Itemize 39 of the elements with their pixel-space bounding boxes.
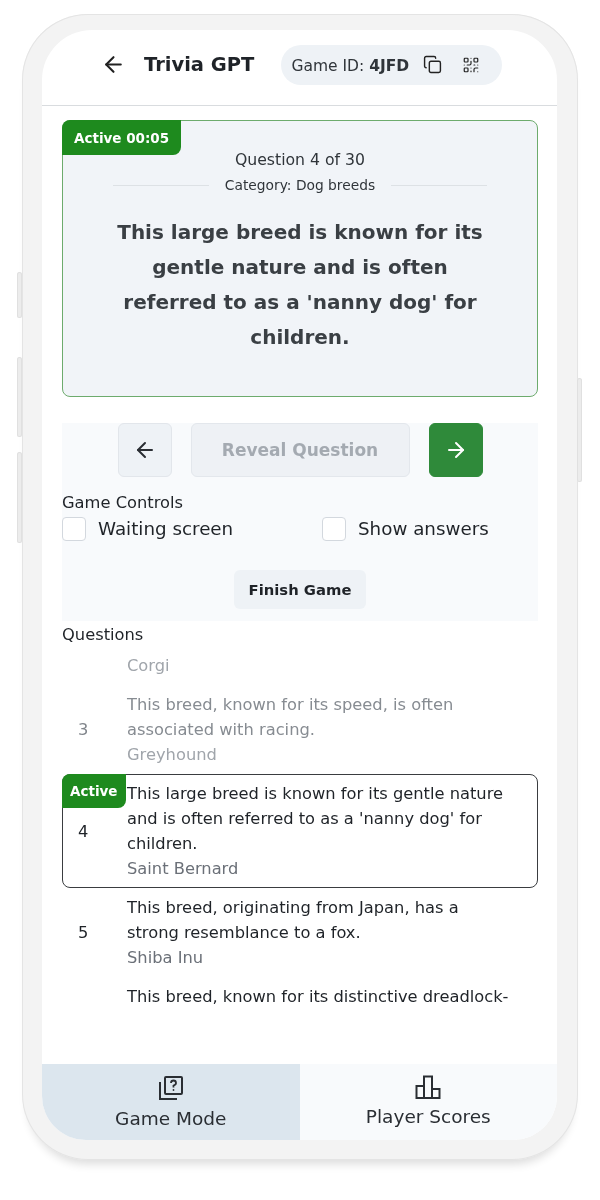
question-number: 3 [78,720,89,739]
nav-tab[interactable]: Game Mode [42,1064,300,1140]
game-controls-title: Game Controls [62,493,184,513]
question-row[interactable]: 5 This breed, originating from Japan, has a strong resemblance to a fox. Shiba Inu [62,888,538,977]
question-text: This breed, originating from Japan, has a strong resemblance to a fox. [127,897,460,944]
question-cards-icon [157,1075,184,1101]
answer-text: Shiba Inu [127,947,205,969]
podium-icon [415,1075,442,1099]
question-text: This large breed is known for its gentle nature and is often referred to as a 'nanny dog' for children. [116,219,484,351]
checkbox-label: Show answers [358,517,489,541]
question-row[interactable]: This breed, known for its distinctive dreadlock- [62,977,538,1016]
checkbox[interactable] [62,517,86,541]
answer-text: Corgi [127,655,171,677]
question-counter: Question 4 of 30 [234,150,366,170]
previous-button[interactable] [117,423,172,477]
answer-text: Greyhound [127,744,218,766]
copy-icon [423,55,443,74]
qr-code-icon [462,55,481,74]
copy-button[interactable] [423,55,443,74]
next-button[interactable] [428,423,483,477]
game-id-label: Game ID: 4JFD [291,56,410,75]
answer-text: Saint Bernard [127,858,240,880]
question-category: Category: Dog breeds [224,177,376,193]
active-timer-badge: Active 00:05 [62,120,182,155]
question-number: 4 [78,821,89,841]
questions-title: Questions [62,626,145,644]
checkbox[interactable] [322,517,346,541]
app-title: Trivia GPT [144,53,255,76]
question-text: This breed, known for its speed, is often associated with racing. [127,694,455,741]
active-badge: Active [62,774,126,808]
checkbox-label: Waiting screen [98,517,234,541]
question-row[interactable]: 3 This breed, known for its speed, is often associated with racing. Greyhound [62,685,538,774]
question-number: 5 [78,923,89,942]
finish-game-button[interactable]: Finish Game [233,570,367,609]
question-row[interactable]: Active 4 This large breed is known for its gentle nature and is often referred to as a 'nanny dog' for children. Saint Bernard [62,774,538,888]
question-text: This breed, known for its distinctive dreadlock- [127,986,510,1008]
qr-code-button[interactable] [462,55,481,74]
nav-tab[interactable]: Player Scores [299,1064,557,1140]
question-text: This large breed is known for its gentle nature and is often referred to as a 'nanny dog' for children. [127,783,505,855]
